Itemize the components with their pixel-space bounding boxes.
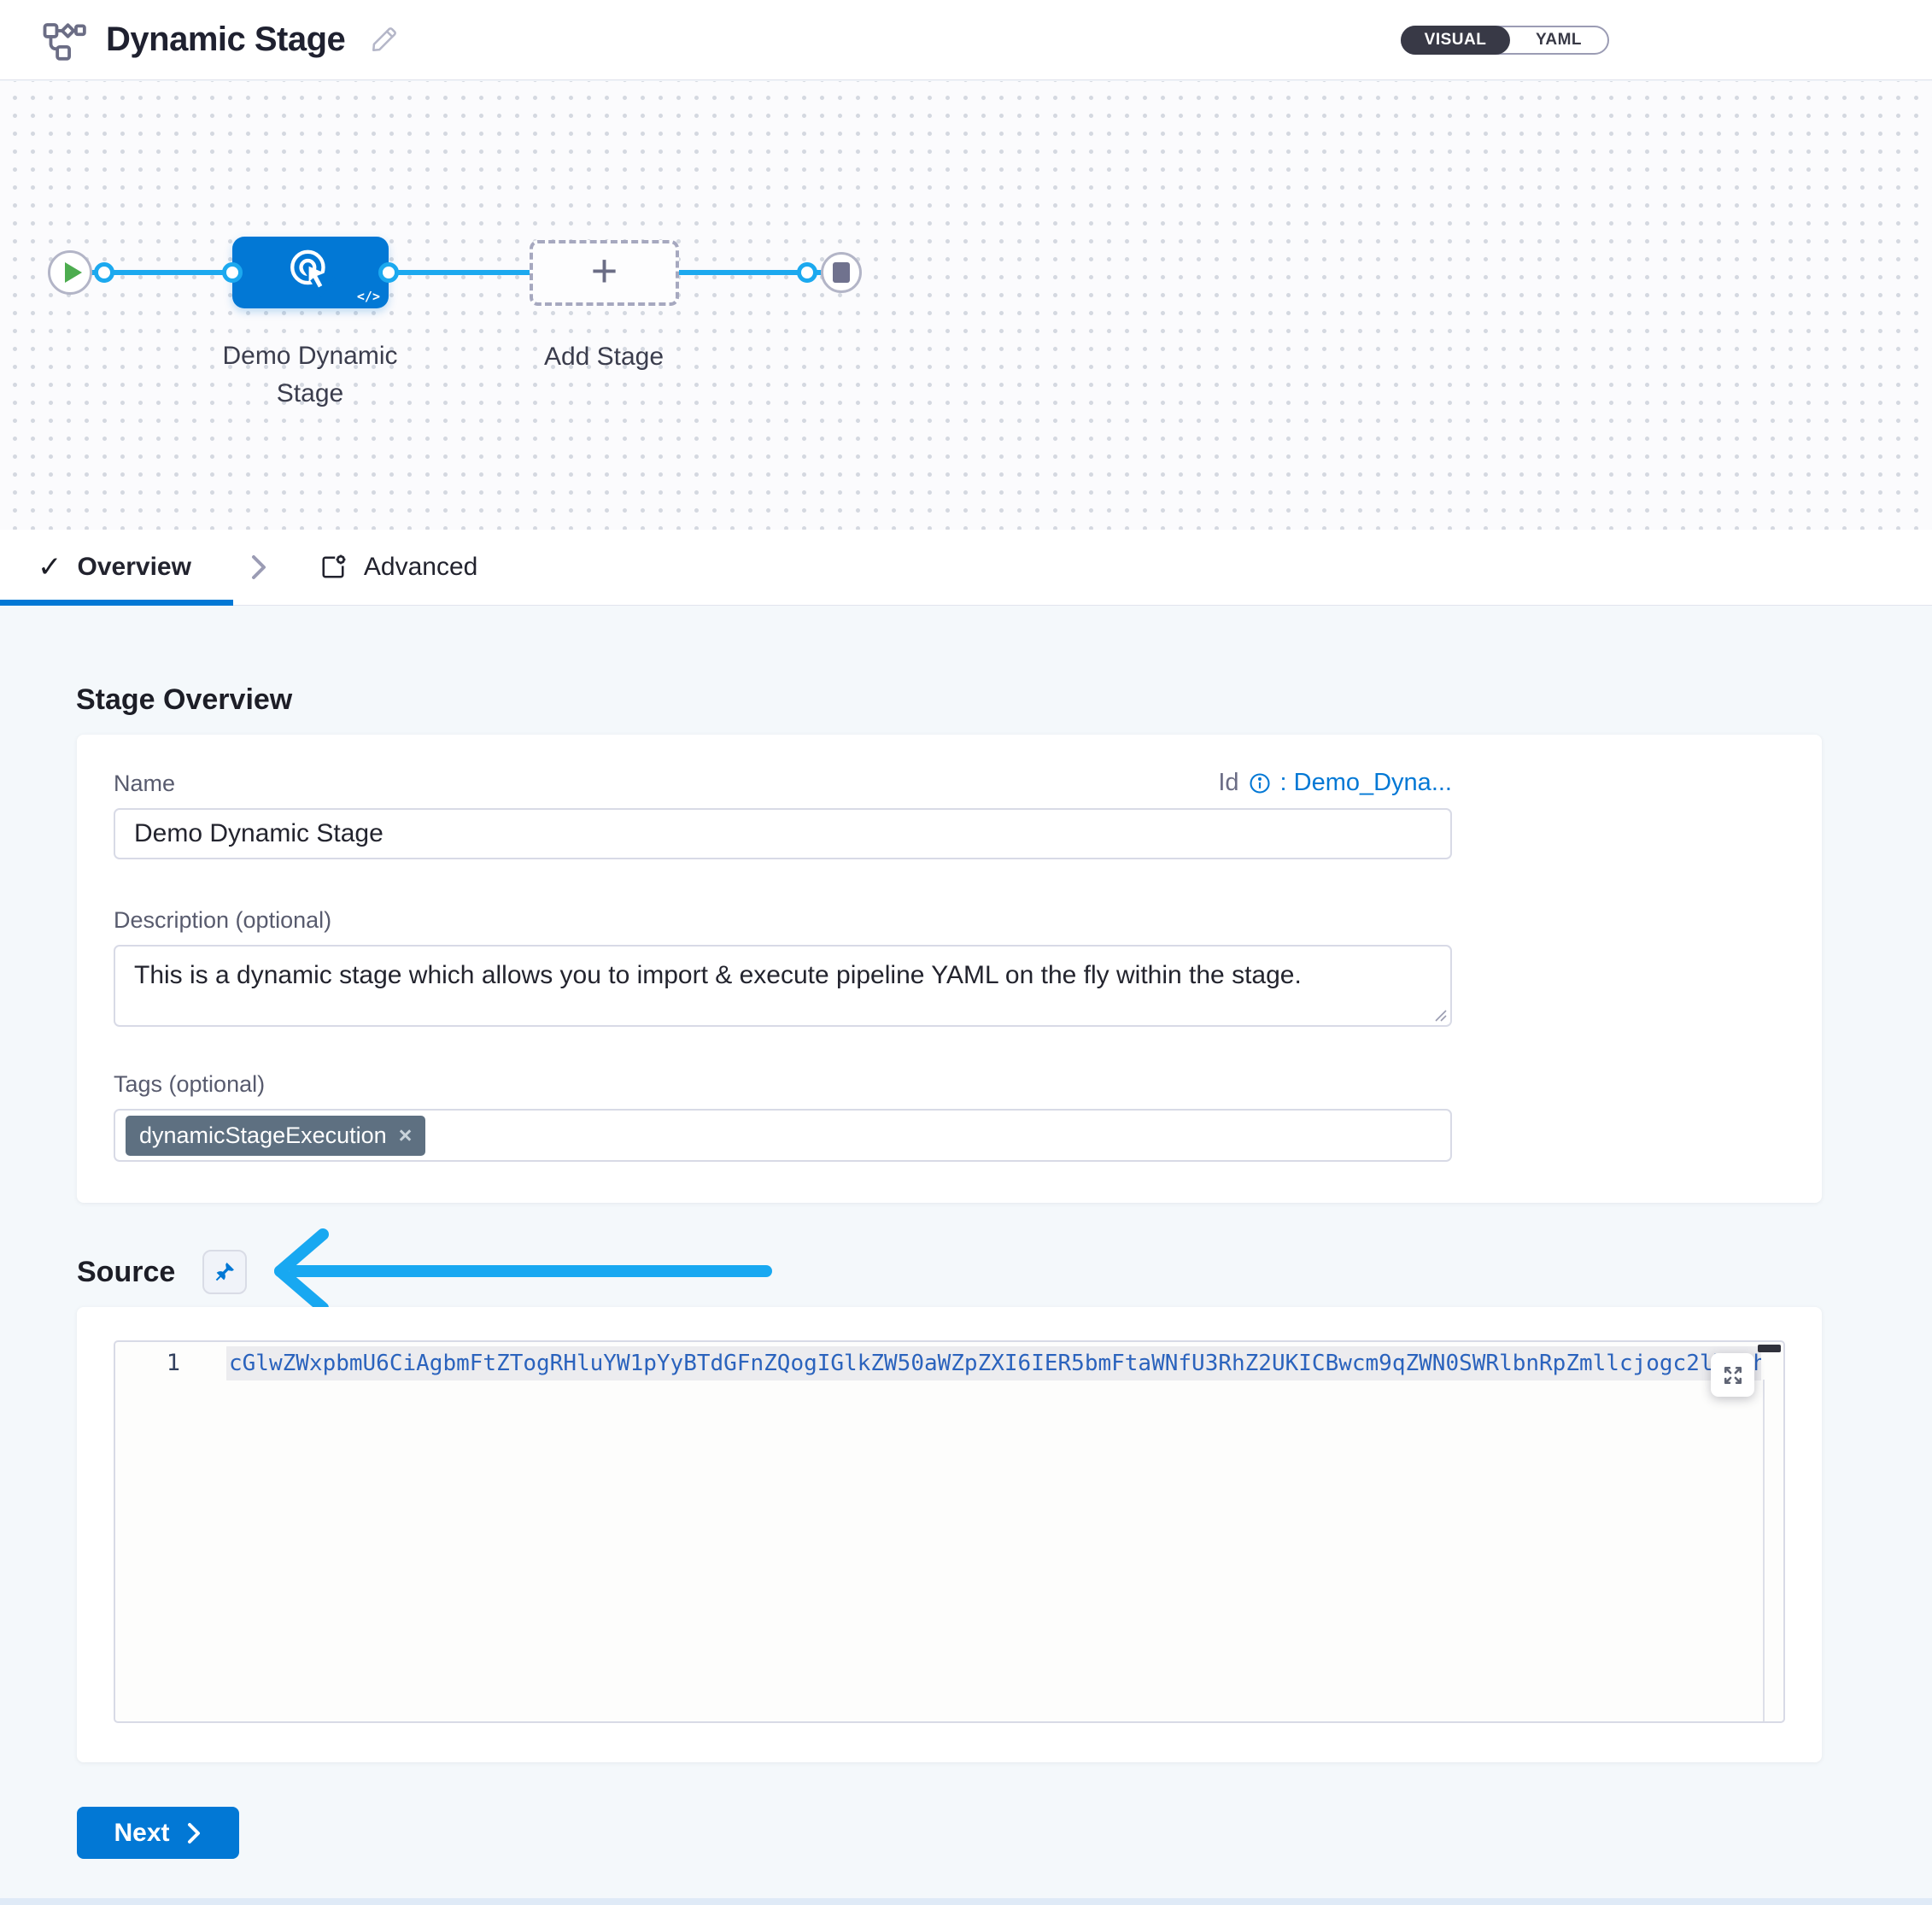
stage-tabbar: ✓ Overview Advanced xyxy=(0,530,1932,606)
info-icon[interactable] xyxy=(1248,771,1272,795)
tags-label: Tags (optional) xyxy=(114,1071,1452,1098)
source-card: 1 cGlwZWxpbmU6CiAgbmFtZTogRHluYW1pYyBTdG… xyxy=(77,1307,1822,1762)
editor-scrollbar-thumb[interactable] xyxy=(1758,1345,1781,1352)
page-header: Dynamic Stage VISUAL YAML xyxy=(0,0,1932,80)
toggle-visual[interactable]: VISUAL xyxy=(1401,26,1510,55)
source-heading-row: Source xyxy=(77,1247,1932,1297)
pipeline-stage-icon xyxy=(41,17,87,63)
stage-overview-card: Name Id : Demo_Dyna... Description (opti… xyxy=(77,735,1822,1203)
id-label: Id xyxy=(1218,769,1238,797)
source-code-editor[interactable]: 1 cGlwZWxpbmU6CiAgbmFtZTogRHluYW1pYyBTdG… xyxy=(114,1340,1785,1723)
tags-input[interactable]: dynamicStageExecution × xyxy=(114,1109,1452,1162)
source-code-line[interactable]: cGlwZWxpbmU6CiAgbmFtZTogRHluYW1pYyBTdGFn… xyxy=(226,1346,1761,1380)
edit-title-icon[interactable] xyxy=(367,24,400,56)
chevron-right-icon xyxy=(248,550,270,584)
code-badge: </> xyxy=(357,289,380,304)
tab-overview-label: Overview xyxy=(78,553,191,582)
name-input[interactable] xyxy=(114,808,1452,859)
editor-scrollbar-track xyxy=(1763,1380,1765,1721)
toggle-yaml[interactable]: YAML xyxy=(1510,27,1607,53)
resize-handle-icon[interactable] xyxy=(1431,1005,1448,1023)
source-heading: Source xyxy=(77,1256,175,1289)
expand-fullscreen-icon xyxy=(1721,1363,1745,1387)
annotation-arrow-left-icon xyxy=(266,1227,779,1316)
plus-icon: + xyxy=(591,248,618,294)
line-number: 1 xyxy=(115,1350,189,1376)
tag-chip-label: dynamicStageExecution xyxy=(139,1122,387,1149)
tag-remove-icon[interactable]: × xyxy=(399,1124,413,1147)
add-stage-button[interactable]: + xyxy=(530,240,679,306)
active-tab-underline xyxy=(0,600,233,606)
tab-overview[interactable]: ✓ Overview xyxy=(38,550,191,584)
click-cursor-icon xyxy=(286,248,336,297)
stage-id-value[interactable]: : Demo_Dyna... xyxy=(1280,769,1452,797)
advanced-settings-icon xyxy=(318,552,348,583)
chevron-right-icon xyxy=(185,1820,202,1846)
stage-node-demo-dynamic-stage[interactable]: </> xyxy=(232,237,389,308)
connector-ring xyxy=(222,262,243,283)
page-title: Dynamic Stage xyxy=(106,21,345,59)
next-button[interactable]: Next xyxy=(77,1807,239,1859)
pin-button[interactable] xyxy=(202,1250,247,1294)
stage-overview-heading: Stage Overview xyxy=(76,683,1932,717)
stop-icon xyxy=(833,262,850,283)
description-textarea[interactable]: This is a dynamic stage which allows you… xyxy=(114,945,1452,1027)
play-icon xyxy=(65,262,82,283)
check-icon: ✓ xyxy=(38,550,62,584)
tag-chip: dynamicStageExecution × xyxy=(126,1116,425,1156)
tab-advanced-label: Advanced xyxy=(364,553,477,582)
bottom-edge-strip xyxy=(0,1898,1932,1905)
connector-ring xyxy=(797,262,817,283)
stage-node-label: Demo Dynamic Stage xyxy=(199,337,421,413)
pipeline-end-node xyxy=(821,252,862,293)
stage-id-row: Id : Demo_Dyna... xyxy=(1218,769,1452,797)
connector-ring xyxy=(94,262,114,283)
visual-yaml-toggle[interactable]: VISUAL YAML xyxy=(1401,26,1609,55)
tab-advanced[interactable]: Advanced xyxy=(318,552,477,583)
description-label: Description (optional) xyxy=(114,907,1452,934)
next-button-label: Next xyxy=(114,1819,169,1848)
stage-overview-panel: Stage Overview Name Id : Demo_Dyna... De… xyxy=(0,606,1932,1905)
pipeline-connector-line xyxy=(70,270,841,275)
pin-icon xyxy=(213,1260,237,1284)
add-stage-label: Add Stage xyxy=(493,343,715,372)
expand-editor-button[interactable] xyxy=(1711,1353,1754,1397)
pipeline-canvas: </> Demo Dynamic Stage + Add Stage xyxy=(0,81,1932,530)
name-label: Name xyxy=(114,771,175,797)
pipeline-start-node xyxy=(48,250,92,295)
description-text: This is a dynamic stage which allows you… xyxy=(134,961,1302,989)
connector-ring xyxy=(378,262,399,283)
